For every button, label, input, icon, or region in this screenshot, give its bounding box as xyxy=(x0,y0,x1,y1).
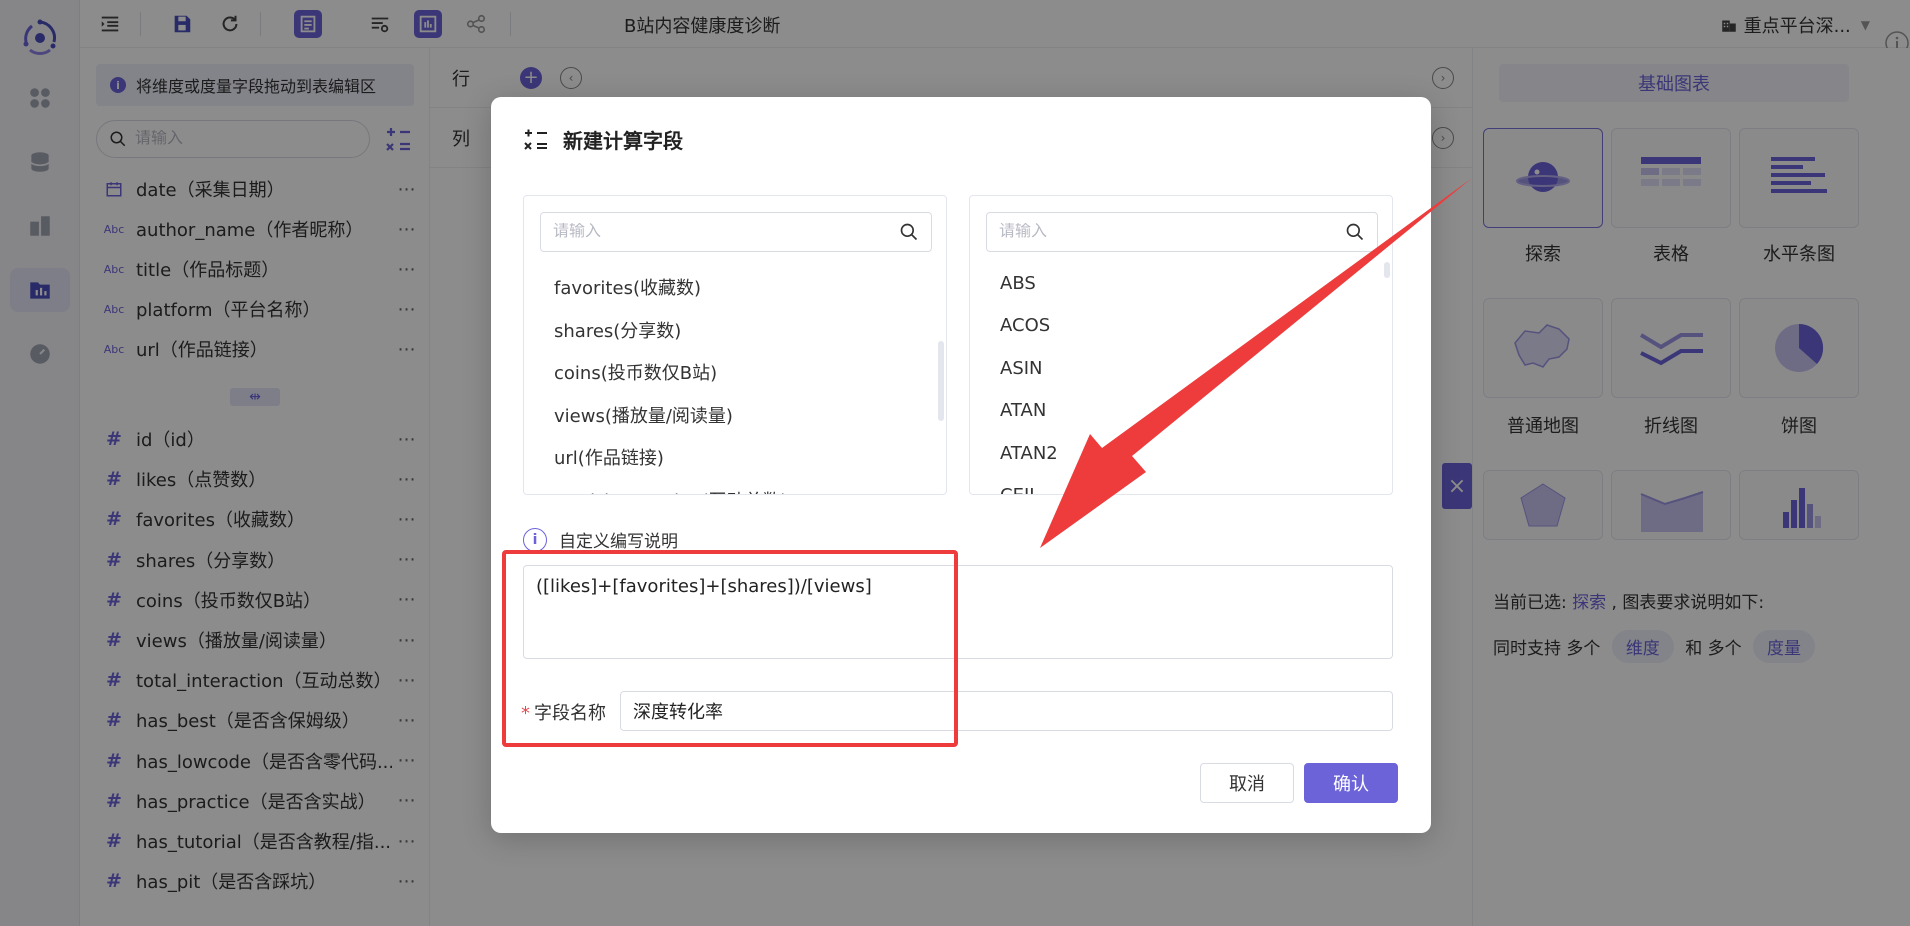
scrollbar[interactable] xyxy=(938,341,944,421)
info-icon: i xyxy=(523,527,547,552)
function-picker-list: ABSACOSASINATANATAN2CEIL xyxy=(1000,262,1360,494)
custom-help-text: 自定义编写说明 xyxy=(559,532,678,552)
field-option[interactable]: coins(投币数仅B站) xyxy=(554,351,914,394)
calculated-field-icon xyxy=(524,129,547,150)
function-option[interactable]: ASIN xyxy=(1000,347,1360,390)
scrollbar[interactable] xyxy=(1384,262,1390,278)
search-icon xyxy=(1346,223,1364,241)
field-option[interactable]: url(作品链接) xyxy=(554,436,914,479)
search-icon xyxy=(900,223,918,241)
field-option[interactable]: views(播放量/阅读量) xyxy=(554,394,914,437)
field-picker-search[interactable] xyxy=(540,212,932,252)
function-option[interactable]: ATAN2 xyxy=(1000,432,1360,475)
field-option[interactable]: shares(分享数) xyxy=(554,309,914,352)
function-option[interactable]: ATAN xyxy=(1000,390,1360,433)
custom-help[interactable]: i 自定义编写说明 xyxy=(523,527,678,552)
dialog-header: 新建计算字段 xyxy=(523,125,683,154)
annotation-highlight-box xyxy=(502,550,958,747)
function-option[interactable]: ACOS xyxy=(1000,305,1360,348)
function-option[interactable]: CEIL xyxy=(1000,475,1360,494)
field-option[interactable]: favorites(收藏数) xyxy=(554,266,914,309)
function-option[interactable]: ABS xyxy=(1000,262,1360,305)
function-picker: ABSACOSASINATANATAN2CEIL xyxy=(969,195,1393,495)
cancel-button[interactable]: 取消 xyxy=(1200,763,1294,803)
field-option[interactable]: total_interaction(互动总数) xyxy=(554,479,914,494)
function-picker-search[interactable] xyxy=(986,212,1378,252)
dialog-title: 新建计算字段 xyxy=(563,129,683,153)
function-picker-search-input[interactable] xyxy=(999,223,1345,241)
field-picker-search-input[interactable] xyxy=(553,223,899,241)
field-picker: favorites(收藏数)shares(分享数)coins(投币数仅B站)vi… xyxy=(523,195,947,495)
field-picker-list: favorites(收藏数) shares(分享数) coins(投币数仅B站) vi… xyxy=(554,266,914,494)
confirm-button[interactable]: 确认 xyxy=(1304,763,1398,803)
